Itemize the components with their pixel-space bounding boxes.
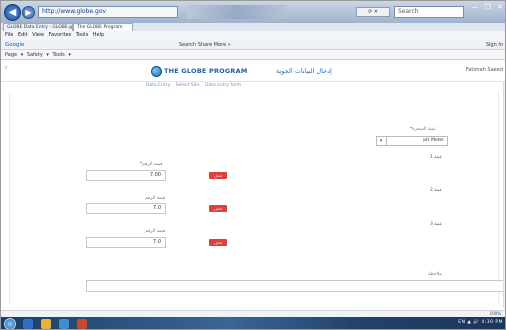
- zoom-level[interactable]: 100%: [490, 311, 501, 316]
- breadcrumb: Data Entry Select Site Data entry form: [146, 83, 245, 88]
- site-header: ‹ THE GLOBE PROGRAM إدخال البيانات الجوي…: [1, 60, 505, 82]
- notes-textarea[interactable]: [86, 280, 505, 292]
- form-area: *عينة الصخرة pH Meter ▾ عينة 1 *قيمة الر…: [9, 92, 505, 329]
- status-bar: 100%: [1, 310, 505, 317]
- refresh-stop-buttons[interactable]: ⟳ ✕: [356, 7, 390, 17]
- page-title: إدخال البيانات الجوية: [276, 67, 332, 75]
- ie-window: ◀ ▶ http://www.globe.gov ⟳ ✕ Search — ❐ …: [0, 0, 506, 330]
- back-button[interactable]: ◀: [4, 4, 21, 21]
- region-label: *عينة الصخرة: [410, 127, 436, 132]
- start-button[interactable]: [4, 318, 16, 329]
- command-bar[interactable]: Page ▾ Safety ▾ Tools ▾: [1, 50, 505, 60]
- window-controls[interactable]: — ❐ ✕: [471, 3, 505, 11]
- sample-3-input[interactable]: 7.0: [86, 237, 166, 248]
- google-favorite[interactable]: Google: [5, 42, 24, 48]
- address-bar[interactable]: http://www.globe.gov: [38, 6, 178, 18]
- delete-sample-3-button[interactable]: حذف: [209, 239, 227, 246]
- forward-button[interactable]: ▶: [22, 6, 35, 19]
- menu-bar[interactable]: File Edit View Favorites Tools Help: [1, 31, 505, 40]
- sign-in-link[interactable]: Sign In: [486, 42, 503, 48]
- tab-data-entry[interactable]: GLOBE Data Entry - GLOBE.gov: [3, 23, 73, 31]
- notes-label: ملاحظة: [428, 272, 442, 277]
- sample-1-label: عينة 1: [430, 155, 443, 160]
- breadcrumb-item[interactable]: Select Site: [176, 83, 200, 88]
- logo-text: THE GLOBE PROGRAM: [164, 67, 248, 75]
- favorites-tools[interactable]: Search Share More »: [179, 42, 231, 48]
- breadcrumb-item[interactable]: Data Entry: [146, 83, 170, 88]
- browser-titlebar: ◀ ▶ http://www.globe.gov ⟳ ✕ Search — ❐ …: [1, 1, 505, 23]
- search-input[interactable]: Search: [394, 6, 464, 18]
- blurred-address-area: [187, 5, 287, 19]
- sample-2-input[interactable]: 7.0: [86, 203, 166, 214]
- explorer-taskbar-icon[interactable]: [41, 319, 51, 329]
- sample-2-label: عينة 2: [430, 188, 443, 193]
- page-content: ‹ THE GLOBE PROGRAM إدخال البيانات الجوي…: [1, 60, 505, 329]
- globe-logo[interactable]: THE GLOBE PROGRAM: [151, 65, 248, 77]
- windows-taskbar: EN ▲ 🔊 4:30 PM: [1, 317, 505, 329]
- app-taskbar-icon[interactable]: [77, 319, 87, 329]
- breadcrumb-item[interactable]: Data entry form: [205, 83, 241, 88]
- sample-3-label: عينة 3: [430, 222, 443, 227]
- tab-row: GLOBE Data Entry - GLOBE.gov The GLOBE P…: [1, 23, 505, 31]
- delete-sample-1-button[interactable]: حذف: [209, 172, 227, 179]
- sample-3-field-label: قيمة الرقم: [145, 229, 166, 234]
- user-name[interactable]: Fatimah Saeed: [466, 67, 503, 73]
- sample-1-field-label: *قيمة الرقم: [140, 162, 163, 167]
- system-tray[interactable]: EN ▲ 🔊 4:30 PM: [458, 320, 503, 325]
- sample-1-input[interactable]: 7.00: [86, 170, 166, 181]
- favorites-bar: Google Search Share More » Sign In: [1, 40, 505, 50]
- ie-taskbar-icon[interactable]: [23, 319, 33, 329]
- media-taskbar-icon[interactable]: [59, 319, 69, 329]
- sample-2-field-label: قيمة الرقم: [145, 196, 166, 201]
- collapse-icon[interactable]: ‹: [5, 64, 7, 71]
- globe-icon: [151, 65, 162, 77]
- chevron-down-icon[interactable]: ▾: [376, 136, 387, 146]
- delete-sample-2-button[interactable]: حذف: [209, 205, 227, 212]
- tab-globe-program[interactable]: The GLOBE Program: [73, 23, 133, 31]
